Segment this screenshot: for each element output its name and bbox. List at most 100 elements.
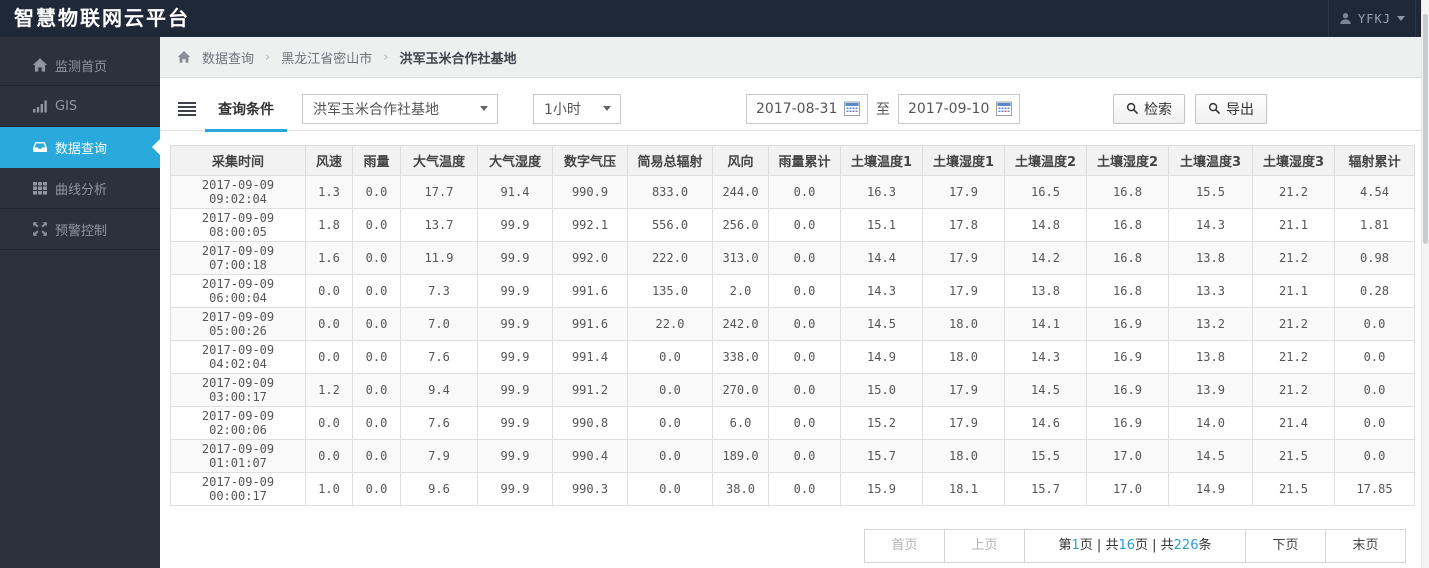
sidebar-item-alert-control[interactable]: 预警控制: [0, 209, 160, 250]
table-row: 2017-09-09 01:01:07 0.0 0.0 7.9 99.9 990.4 0.0…: [170, 439, 1415, 473]
column-header: 风速: [305, 145, 353, 176]
table-cell: 16.5: [1004, 175, 1087, 209]
table-cell: 0.0: [1334, 406, 1415, 440]
last-page-button[interactable]: 末页: [1325, 529, 1406, 563]
table-body: 2017-09-09 09:02:04 1.3 0.0 17.7 91.4 990.9 83…: [170, 175, 1415, 506]
date-to-field[interactable]: [898, 93, 1020, 124]
column-header: 雨量累计: [768, 145, 841, 176]
table-cell: 14.1: [1004, 307, 1087, 341]
tab-query-conditions[interactable]: 查询条件: [205, 87, 287, 132]
export-button-label: 导出: [1226, 100, 1254, 117]
table-cell: 21.2: [1252, 340, 1335, 374]
table-row: 2017-09-09 06:00:04 0.0 0.0 7.3 99.9 991.6 135…: [170, 274, 1415, 308]
total-records-number: 226: [1173, 538, 1199, 553]
column-header: 土壤温度3: [1168, 145, 1253, 176]
table-cell: 2017-09-09 09:02:04: [170, 175, 306, 209]
column-header: 土壤湿度3: [1252, 145, 1335, 176]
table-cell: 0.0: [352, 274, 401, 308]
table-cell: 14.8: [1004, 208, 1087, 242]
table-cell: 18.0: [922, 439, 1005, 473]
table-cell: 2017-09-09 00:00:17: [170, 472, 306, 506]
page-info-text: 页 | 共: [1135, 538, 1174, 553]
data-table: 采集时间 风速 雨量 大气温度 大气湿度 数字气压 简易总辐射 风向 雨量累计 …: [170, 145, 1415, 506]
table-cell: 9.6: [400, 472, 478, 506]
column-header: 大气湿度: [477, 145, 553, 176]
table-cell: 16.8: [1086, 175, 1169, 209]
table-cell: 15.9: [840, 472, 923, 506]
table-cell: 14.4: [840, 241, 923, 275]
first-page-button[interactable]: 首页: [864, 529, 945, 563]
sidebar-item-monitor-home[interactable]: 监测首页: [0, 45, 160, 86]
scrollbar-thumb[interactable]: [1423, 14, 1428, 244]
column-header: 辐射累计: [1334, 145, 1415, 176]
table-cell: 16.9: [1086, 373, 1169, 407]
page-info-text: 页 | 共: [1079, 538, 1119, 553]
table-cell: 0.0: [768, 307, 841, 341]
action-buttons: 检索 导出: [1113, 93, 1267, 124]
scrollbar[interactable]: [1421, 0, 1429, 568]
table-cell: 0.0: [352, 175, 401, 209]
export-button[interactable]: 导出: [1195, 93, 1267, 124]
grid-icon: [32, 180, 49, 197]
table-cell: 17.8: [922, 208, 1005, 242]
table-cell: 556.0: [627, 208, 713, 242]
table-cell: 99.9: [477, 208, 553, 242]
breadcrumb-item[interactable]: 数据查询: [202, 48, 254, 67]
table-cell: 14.9: [1168, 472, 1253, 506]
table-cell: 14.6: [1004, 406, 1087, 440]
user-icon: [1340, 13, 1351, 24]
table-cell: 0.0: [768, 373, 841, 407]
sidebar-item-label: 预警控制: [55, 223, 108, 239]
calendar-icon[interactable]: [996, 101, 1012, 116]
sidebar-item-curve-analysis[interactable]: 曲线分析: [0, 168, 160, 209]
table-cell: 991.6: [552, 274, 628, 308]
table-cell: 13.8: [1004, 274, 1087, 308]
username-label: YFKJ: [1358, 11, 1391, 26]
prev-page-button[interactable]: 上页: [944, 529, 1025, 563]
sidebar-item-gis[interactable]: GIS: [0, 86, 160, 127]
table-cell: 16.8: [1086, 208, 1169, 242]
date-from-input[interactable]: [756, 100, 844, 117]
date-from-field[interactable]: [746, 93, 868, 124]
menu-toggle-icon[interactable]: [178, 101, 196, 116]
table-cell: 0.0: [352, 241, 401, 275]
sidebar-item-data-query[interactable]: 数据查询: [0, 127, 160, 168]
table-cell: 21.1: [1252, 274, 1335, 308]
next-page-button[interactable]: 下页: [1245, 529, 1326, 563]
table-cell: 17.7: [400, 175, 478, 209]
table-cell: 0.0: [305, 274, 353, 308]
table-cell: 0.0: [627, 340, 713, 374]
table-cell: 0.0: [305, 406, 353, 440]
calendar-icon[interactable]: [844, 101, 860, 116]
table-cell: 0.0: [627, 439, 713, 473]
table-cell: 2017-09-09 04:02:04: [170, 340, 306, 374]
search-button[interactable]: 检索: [1113, 93, 1185, 124]
column-header: 简易总辐射: [627, 145, 713, 176]
station-select-value: 洪军玉米合作社基地: [313, 101, 439, 118]
interval-select[interactable]: 1小时: [533, 93, 621, 124]
table-cell: 4.54: [1334, 175, 1415, 209]
table-cell: 313.0: [712, 241, 769, 275]
column-header: 土壤温度2: [1004, 145, 1087, 176]
date-to-input[interactable]: [908, 100, 996, 117]
tab-label: 查询条件: [218, 101, 274, 118]
table-cell: 189.0: [712, 439, 769, 473]
table-row: 2017-09-09 04:02:04 0.0 0.0 7.6 99.9 991.4 0.0…: [170, 340, 1415, 374]
table-cell: 2017-09-09 06:00:04: [170, 274, 306, 308]
table-cell: 0.0: [768, 439, 841, 473]
table-cell: 0.0: [305, 340, 353, 374]
user-menu[interactable]: YFKJ: [1328, 0, 1416, 37]
column-header: 雨量: [352, 145, 401, 176]
table-cell: 16.8: [1086, 274, 1169, 308]
caret-down-icon: [480, 106, 488, 111]
station-select[interactable]: 洪军玉米合作社基地: [302, 93, 498, 124]
to-label: 至: [876, 101, 890, 118]
table-cell: 7.9: [400, 439, 478, 473]
table-cell: 18.1: [922, 472, 1005, 506]
table-cell: 990.8: [552, 406, 628, 440]
table-cell: 22.0: [627, 307, 713, 341]
table-cell: 0.0: [768, 241, 841, 275]
breadcrumb-item[interactable]: 黑龙江省密山市: [281, 48, 372, 67]
table-row: 2017-09-09 05:00:26 0.0 0.0 7.0 99.9 991.6 22.…: [170, 307, 1415, 341]
table-cell: 21.4: [1252, 406, 1335, 440]
